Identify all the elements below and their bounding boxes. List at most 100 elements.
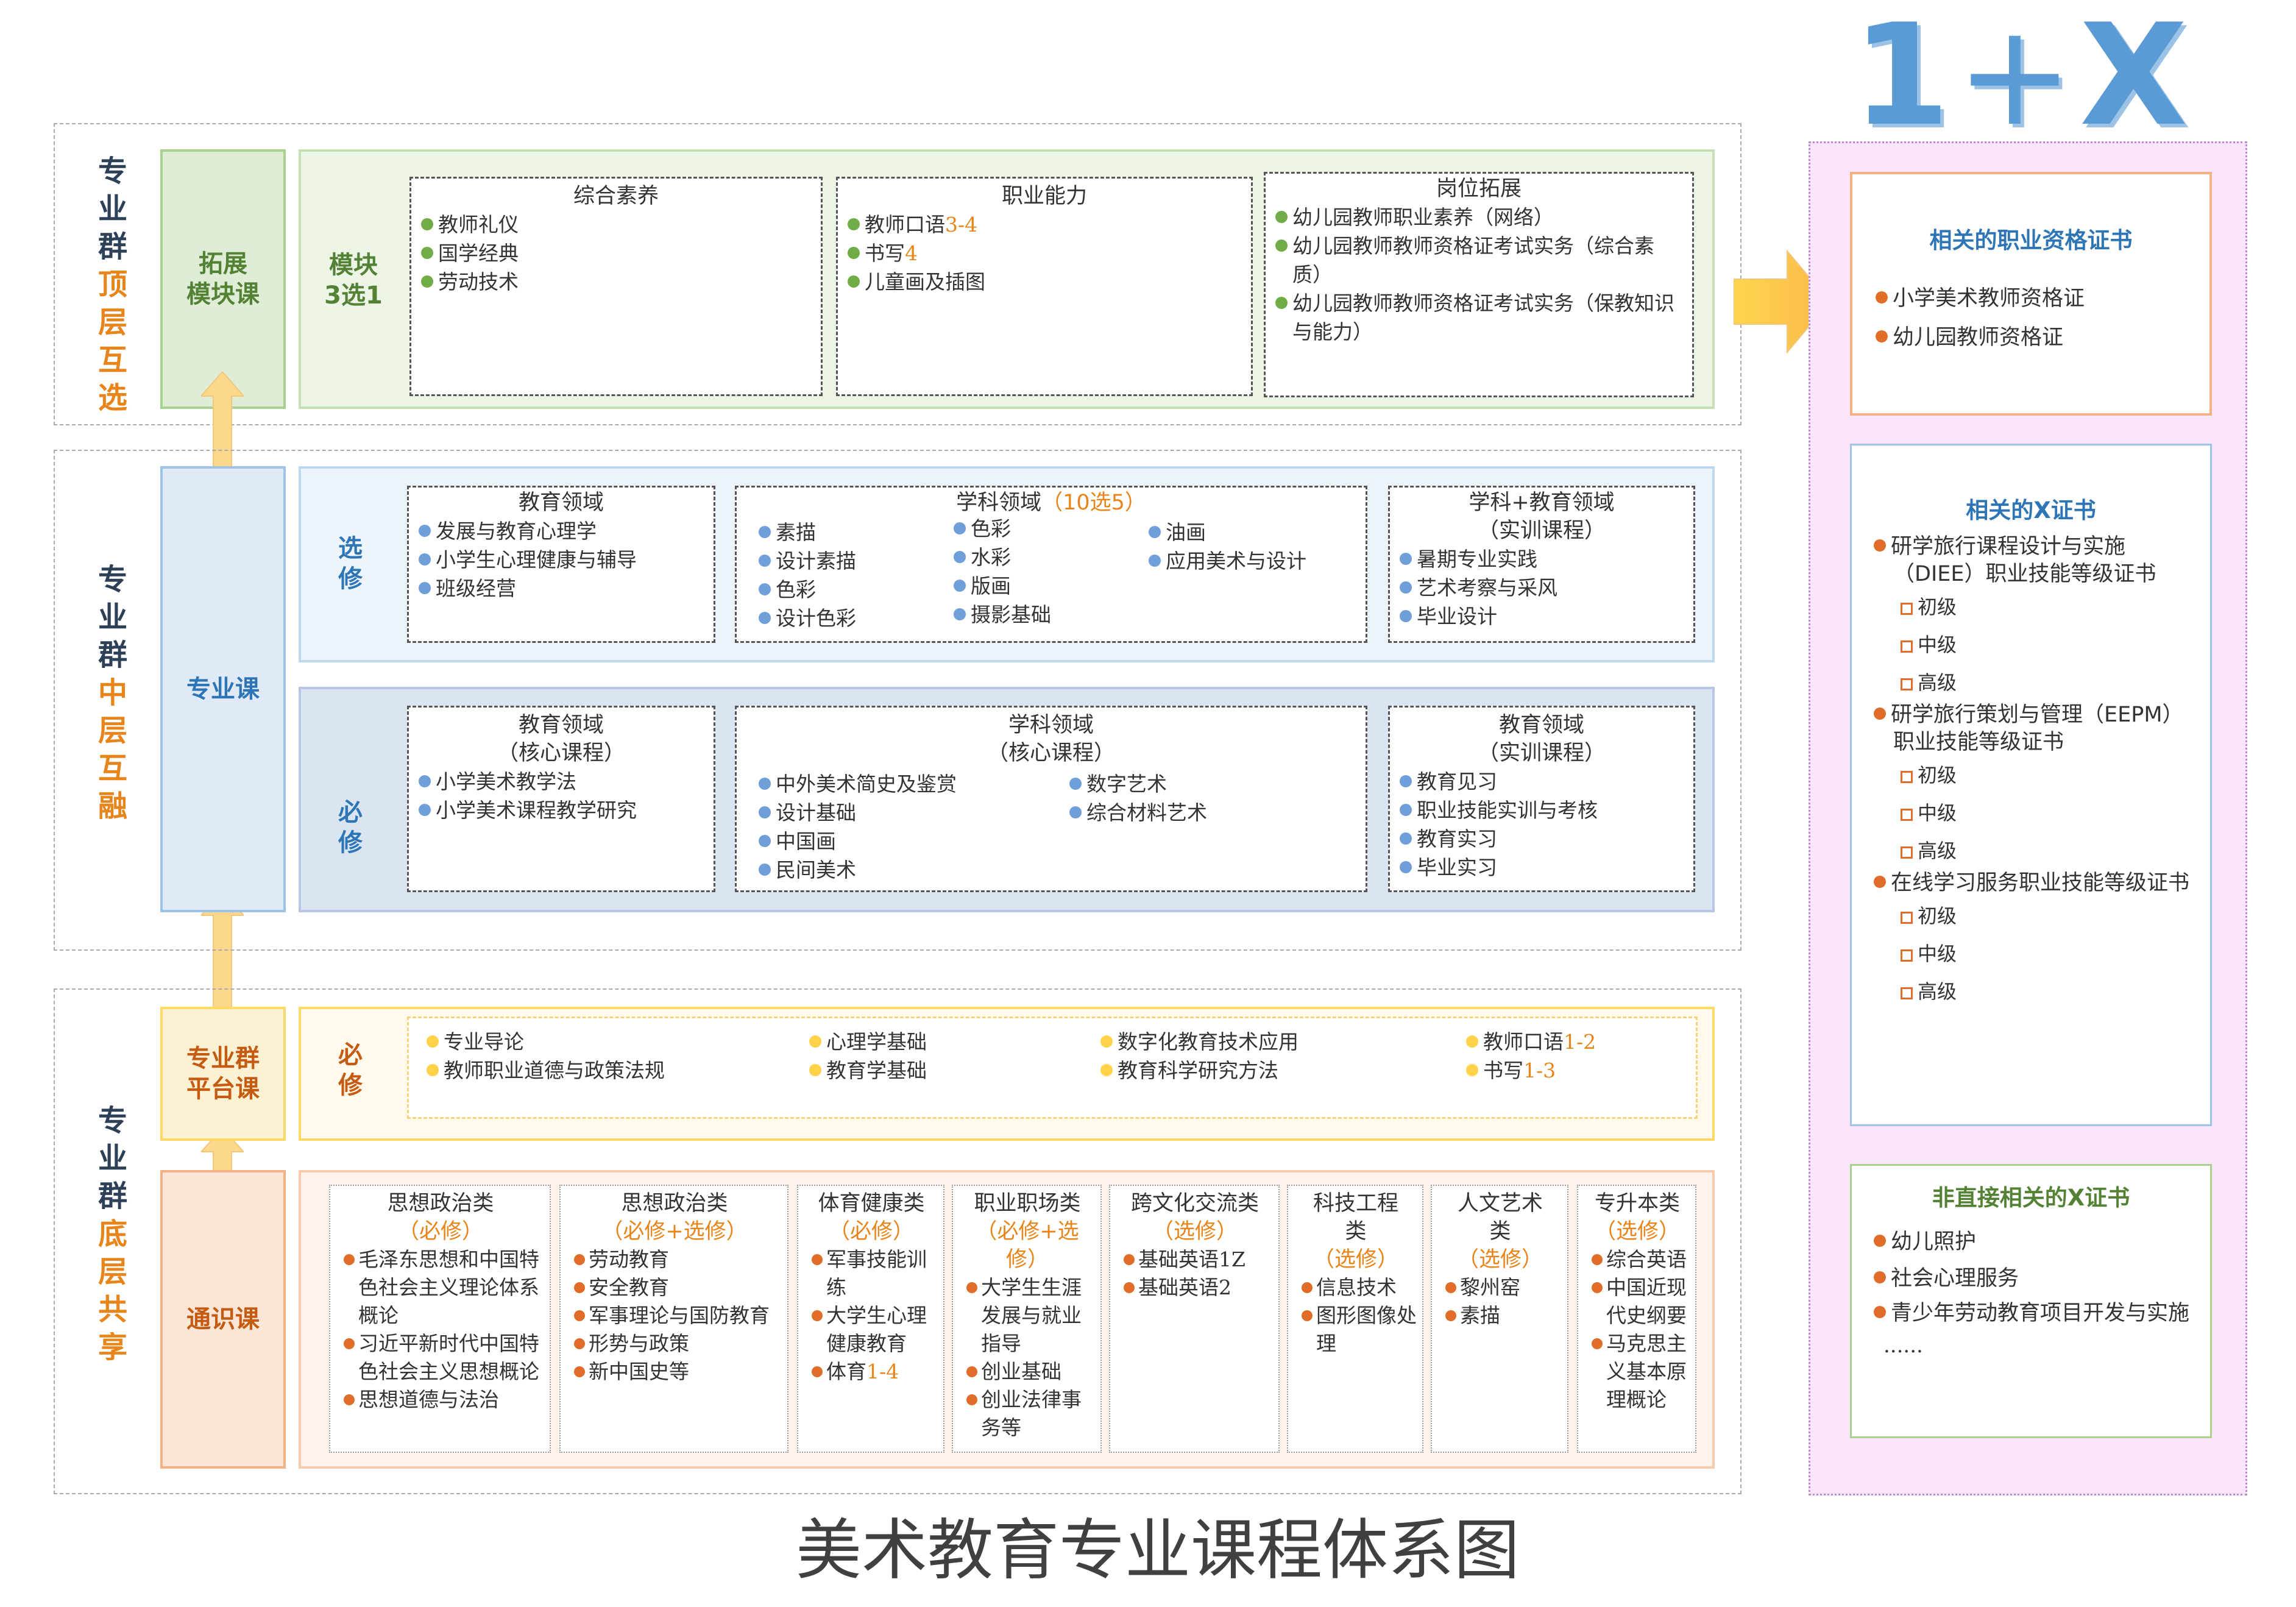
- course-item: 油画: [1139, 518, 1358, 547]
- label-line: 拓展: [199, 250, 247, 278]
- box-note: （选修）: [1594, 1219, 1680, 1244]
- level-item: 中级: [1852, 935, 2210, 973]
- page-title: 美术教育专业课程体系图: [795, 1513, 1520, 1589]
- course-item: 马克思主义基本原理概论: [1584, 1330, 1690, 1414]
- course-item: 书写1-3: [1456, 1056, 1688, 1085]
- box-indirect-x-cert: 非直接相关的X证书 幼儿照护 社会心理服务 青少年劳动教育项目开发与实施 ...…: [1850, 1164, 2212, 1438]
- course-item: 劳动教育: [567, 1246, 782, 1274]
- cert-item: 幼儿照护: [1852, 1227, 2210, 1257]
- side-char: 融: [97, 789, 127, 823]
- side-char: 专: [97, 1104, 127, 1138]
- required-label: 必修: [338, 798, 363, 857]
- elective-label: 选修: [338, 534, 363, 593]
- box-title: （核心课程）: [987, 741, 1115, 765]
- course-item: 应用美术与设计: [1139, 547, 1358, 575]
- course-item: 职业技能实训与考核: [1390, 796, 1693, 825]
- box-note: （选修）: [1152, 1219, 1238, 1244]
- box-title: 科技工程: [1313, 1191, 1398, 1216]
- box-note: （选修）: [1313, 1247, 1398, 1272]
- top-label-expansion-module: 拓展 模块课: [160, 149, 286, 409]
- course-item: 小学美术课程教学研究: [409, 796, 714, 825]
- course-item: 形势与政策: [567, 1330, 782, 1358]
- module-3-choose-1: 模块 3选1: [317, 244, 390, 317]
- box-comprehensive-quality: 综合素养 教师礼仪 国学经典 劳动技术: [409, 177, 823, 396]
- box-note: （必修）: [397, 1219, 483, 1244]
- course-item: 综合材料艺术: [1060, 798, 1303, 827]
- box-title: 类: [1345, 1219, 1367, 1244]
- box-title: 人文艺术: [1457, 1191, 1543, 1216]
- course-item: 民间美术: [749, 856, 1054, 884]
- level-item: 初级: [1852, 588, 2210, 626]
- box-title: 教育领域: [1498, 713, 1584, 737]
- box-title: 类: [1489, 1219, 1511, 1244]
- course-item: 毕业实习: [1390, 853, 1693, 882]
- course-item: 教育见习: [1390, 767, 1693, 796]
- course-item: 安全教育: [567, 1274, 782, 1302]
- course-item: 教育实习: [1390, 825, 1693, 853]
- headline-plus: +: [1956, 0, 2074, 157]
- course-item: 新中国史等: [567, 1358, 782, 1386]
- box-title: 专升本类: [1594, 1191, 1680, 1216]
- box-vocational-cert: 相关的职业资格证书 小学美术教师资格证 幼儿园教师资格证: [1850, 172, 2212, 416]
- side-char: 享: [97, 1330, 127, 1364]
- box-required-training: 教育领域 （实训课程） 教育见习 职业技能实训与考核 教育实习 毕业实习: [1388, 706, 1695, 892]
- side-char: 业: [97, 1141, 127, 1176]
- course-item: 黎州窑: [1438, 1274, 1562, 1302]
- course-item: 暑期专业实践: [1390, 545, 1693, 573]
- top-side-label: 专 业 群 顶 层 互 选: [91, 152, 134, 417]
- platform-col: 专业导论 教师职业道德与政策法规: [417, 1027, 782, 1085]
- course-item: 水彩: [944, 543, 1127, 572]
- box-title: 学科领域（10选5）: [956, 491, 1146, 515]
- general-course-box: 思想政治类 （必修+选修） 劳动教育 安全教育 军事理论与国防教育 形势与政策 新中国史等: [559, 1185, 788, 1453]
- box-title: 思想政治类: [621, 1191, 728, 1216]
- course-item: 劳动技术: [411, 268, 821, 296]
- box-title: 综合素养: [573, 184, 659, 208]
- general-course-box: 跨文化交流类 （选修） 基础英语1Z 基础英语2: [1109, 1185, 1280, 1453]
- course-item: 中外美术简史及鉴赏: [749, 770, 1054, 798]
- side-char: 群: [97, 1179, 127, 1213]
- course-item: 儿童画及插图: [838, 268, 1251, 296]
- course-item: 素描: [1438, 1302, 1562, 1330]
- box-required-education: 教育领域 （核心课程） 小学美术教学法 小学美术课程教学研究: [407, 706, 715, 892]
- box-title: 教育领域: [518, 713, 604, 737]
- general-course-box: 思想政治类 （必修） 毛泽东思想和中国特色社会主义理论体系概论 习近平新时代中国特色社…: [329, 1185, 551, 1453]
- course-item: 书写4: [838, 239, 1251, 268]
- box-title: 学科领域: [1008, 713, 1094, 737]
- platform-col: 教师口语1-2 书写1-3: [1456, 1027, 1688, 1085]
- course-item: 小学美术教学法: [409, 767, 714, 796]
- bottom-side-label: 专 业 群 底 层 共 享: [91, 1102, 134, 1366]
- level-item: 高级: [1852, 664, 2210, 701]
- box-x-cert: 相关的X证书 研学旅行课程设计与实施（DIEE）职业技能等级证书 初级 中级 高…: [1850, 444, 2212, 1126]
- course-item: 基础英语1Z: [1116, 1246, 1274, 1274]
- x-cert-item: 研学旅行策划与管理（EEPM）职业技能等级证书: [1852, 701, 2210, 756]
- course-item: 专业导论: [417, 1027, 782, 1056]
- box-title: 思想政治类: [387, 1191, 494, 1216]
- box-title: 相关的职业资格证书: [1929, 227, 2133, 254]
- box-title: 岗位拓展: [1436, 177, 1522, 201]
- course-item: 教师礼仪: [411, 210, 821, 239]
- label-line: 3选1: [324, 282, 383, 310]
- general-course-box: 专升本类 （选修） 综合英语 中国近现代史纲要 马克思主义基本原理概论: [1577, 1185, 1696, 1453]
- side-char: 群: [97, 638, 127, 672]
- side-char: 层: [97, 1255, 127, 1289]
- box-title: （实训课程）: [1477, 519, 1606, 543]
- level-item: 中级: [1852, 794, 2210, 832]
- course-item: 思想道德与法治: [336, 1386, 545, 1414]
- course-item: 大学生心理健康教育: [804, 1302, 938, 1358]
- side-char: 互: [97, 751, 127, 786]
- course-item: 基础英语2: [1116, 1274, 1274, 1302]
- course-item: 军事理论与国防教育: [567, 1302, 782, 1330]
- course-item: 设计基础: [749, 798, 1054, 827]
- course-item: 习近平新时代中国特色社会主义思想概论: [336, 1330, 545, 1386]
- box-professional-ability: 职业能力 教师口语3-4 书写4 儿童画及插图: [836, 177, 1253, 396]
- general-course-box: 科技工程类 （选修） 信息技术 图形图像处理: [1287, 1185, 1423, 1453]
- course-item: 班级经营: [409, 574, 714, 603]
- general-course-box: 人文艺术类 （选修） 黎州窑 素描: [1431, 1185, 1568, 1453]
- more-ellipsis: ......: [1883, 1333, 1923, 1358]
- course-item: 小学生心理健康与辅导: [409, 545, 714, 574]
- level-item: 高级: [1852, 973, 2210, 1010]
- course-item: 大学生生涯发展与就业指导: [959, 1274, 1096, 1358]
- x-cert-item: 研学旅行课程设计与实施（DIEE）职业技能等级证书: [1852, 533, 2210, 588]
- course-item: 版画: [944, 572, 1127, 600]
- side-char: 业: [97, 600, 127, 634]
